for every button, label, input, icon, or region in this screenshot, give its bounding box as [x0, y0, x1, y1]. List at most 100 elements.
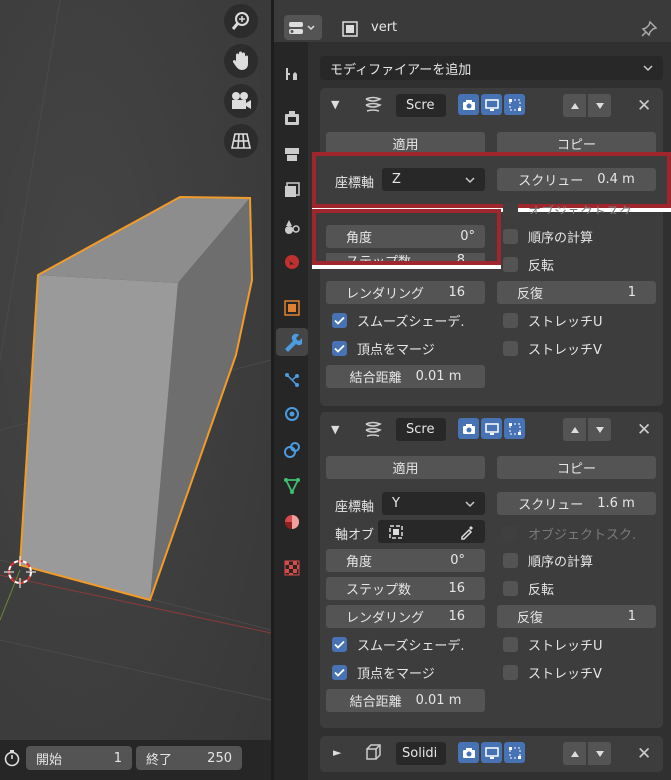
- object-icon: [341, 20, 359, 38]
- editor-type-dropdown[interactable]: [284, 15, 322, 40]
- merge-distance-label: 結合距離: [349, 371, 402, 386]
- hand-pan-icon[interactable]: [224, 44, 258, 78]
- object-screw-checkbox[interactable]: [503, 202, 518, 217]
- add-modifier-dropdown[interactable]: モディファイアーを追加: [320, 56, 663, 80]
- viewport-toggle-icon[interactable]: [481, 94, 502, 115]
- modifier-name: Scre: [406, 98, 435, 113]
- render-steps-field[interactable]: レンダリング 16: [326, 281, 485, 304]
- calc-order-checkbox[interactable]: [503, 229, 518, 244]
- world-tab-icon[interactable]: [278, 248, 306, 276]
- remove-modifier-icon[interactable]: ✕: [637, 96, 651, 116]
- pin-icon[interactable]: [640, 20, 658, 42]
- grid-ortho-icon[interactable]: [224, 124, 258, 158]
- texture-tab-icon[interactable]: [278, 554, 306, 582]
- visibility-toggles: [458, 418, 525, 439]
- remove-modifier-icon[interactable]: ✕: [637, 744, 651, 764]
- modifier-name-field[interactable]: Scre: [396, 418, 446, 441]
- frame-start-field[interactable]: 開始 1: [26, 746, 132, 770]
- stretch-v-label: ストレッチV: [528, 667, 602, 682]
- render-toggle-icon[interactable]: [504, 94, 525, 115]
- view-layer-tab-icon[interactable]: [278, 176, 306, 204]
- stretch-v-checkbox[interactable]: [503, 341, 518, 356]
- move-down-icon[interactable]: [588, 742, 611, 765]
- 3d-viewport[interactable]: [0, 0, 271, 740]
- move-up-icon[interactable]: [563, 94, 586, 117]
- modifier-name-field[interactable]: Solidi: [396, 742, 446, 765]
- material-tab-icon[interactable]: [278, 508, 306, 536]
- flip-checkbox[interactable]: [503, 581, 518, 596]
- camera-icon[interactable]: [224, 84, 258, 118]
- properties-header: [274, 0, 671, 42]
- screw-value: 1.6 m: [597, 496, 635, 511]
- collapse-arrow-icon[interactable]: ▼: [331, 423, 339, 436]
- iterations-label: 反復: [517, 287, 544, 302]
- particles-tab-icon[interactable]: [278, 366, 306, 394]
- flip-checkbox[interactable]: [503, 257, 518, 272]
- screw-modifier-icon: [361, 94, 385, 120]
- move-down-icon[interactable]: [588, 418, 611, 441]
- screw-field[interactable]: スクリュー 1.6 m: [497, 492, 656, 515]
- render-steps-field[interactable]: レンダリング 16: [326, 605, 485, 628]
- steps-label: ステップ数: [346, 583, 412, 598]
- render-steps-label: レンダリング: [346, 611, 425, 626]
- viewport-toggle-icon[interactable]: [481, 418, 502, 439]
- constraints-tab-icon[interactable]: [278, 436, 306, 464]
- merge-distance-field[interactable]: 結合距離 0.01 m: [326, 365, 485, 388]
- calc-order-checkbox[interactable]: [503, 553, 518, 568]
- axis-dropdown[interactable]: Y: [382, 492, 485, 515]
- move-down-icon[interactable]: [588, 94, 611, 117]
- editmode-toggle-icon[interactable]: [458, 742, 479, 763]
- merge-distance-label: 結合距離: [349, 695, 402, 710]
- steps-field[interactable]: ステップ数 16: [326, 577, 485, 600]
- object-tab-icon[interactable]: [278, 294, 306, 322]
- physics-tab-icon[interactable]: [278, 400, 306, 428]
- output-tab-icon[interactable]: [278, 140, 306, 168]
- data-tab-icon[interactable]: [278, 472, 306, 500]
- stretch-u-checkbox[interactable]: [503, 637, 518, 652]
- zoom-icon[interactable]: [224, 4, 258, 38]
- move-up-icon[interactable]: [563, 418, 586, 441]
- editmode-toggle-icon[interactable]: [458, 94, 479, 115]
- viewport-toggle-icon[interactable]: [481, 742, 502, 763]
- remove-modifier-icon[interactable]: ✕: [637, 420, 651, 440]
- modifier-name-field[interactable]: Scre: [396, 94, 446, 117]
- render-toggle-icon[interactable]: [504, 418, 525, 439]
- angle-field[interactable]: 角度 0°: [326, 549, 485, 572]
- modifier-tab-icon[interactable]: [276, 328, 308, 356]
- move-up-icon[interactable]: [563, 742, 586, 765]
- apply-button[interactable]: 適用: [326, 456, 485, 479]
- render-tab-icon[interactable]: [278, 104, 306, 132]
- stretch-v-checkbox[interactable]: [503, 665, 518, 680]
- merge-vertices-checkbox[interactable]: [332, 341, 347, 356]
- iterations-label: 反復: [517, 611, 544, 626]
- iterations-field[interactable]: 反復 1: [497, 605, 656, 628]
- frame-end-value: 250: [207, 750, 232, 766]
- frame-end-field[interactable]: 終了 250: [136, 746, 242, 770]
- merge-vertices-checkbox[interactable]: [332, 665, 347, 680]
- axis-object-field[interactable]: [378, 520, 485, 543]
- render-steps-label: レンダリング: [346, 287, 425, 302]
- tool-tab-icon[interactable]: [278, 60, 306, 88]
- expand-arrow-icon[interactable]: ►: [333, 746, 341, 759]
- apply-label: 適用: [392, 138, 419, 153]
- merge-distance-value: 0.01 m: [415, 693, 462, 708]
- object-screw-checkbox[interactable]: [503, 526, 518, 541]
- merge-vertices-label: 頂点をマージ: [357, 343, 435, 358]
- editmode-toggle-icon[interactable]: [458, 418, 479, 439]
- iterations-field[interactable]: 反復 1: [497, 281, 656, 304]
- merge-distance-value: 0.01 m: [415, 369, 462, 384]
- smooth-shading-checkbox[interactable]: [332, 313, 347, 328]
- stopwatch-icon[interactable]: [0, 746, 24, 770]
- copy-button[interactable]: コピー: [497, 456, 656, 479]
- scene-tab-icon[interactable]: [278, 212, 306, 240]
- render-steps-value: 16: [448, 285, 465, 300]
- merge-distance-field[interactable]: 結合距離 0.01 m: [326, 689, 485, 712]
- collapse-arrow-icon[interactable]: ▼: [331, 98, 339, 111]
- flip-label: 反転: [528, 583, 555, 598]
- screw-modifier-icon: [361, 419, 385, 445]
- stretch-u-checkbox[interactable]: [503, 313, 518, 328]
- smooth-shading-checkbox[interactable]: [332, 637, 347, 652]
- smooth-shading-label: スムーズシェーデ.: [357, 315, 465, 330]
- render-toggle-icon[interactable]: [504, 742, 525, 763]
- eyedropper-icon[interactable]: [459, 524, 475, 540]
